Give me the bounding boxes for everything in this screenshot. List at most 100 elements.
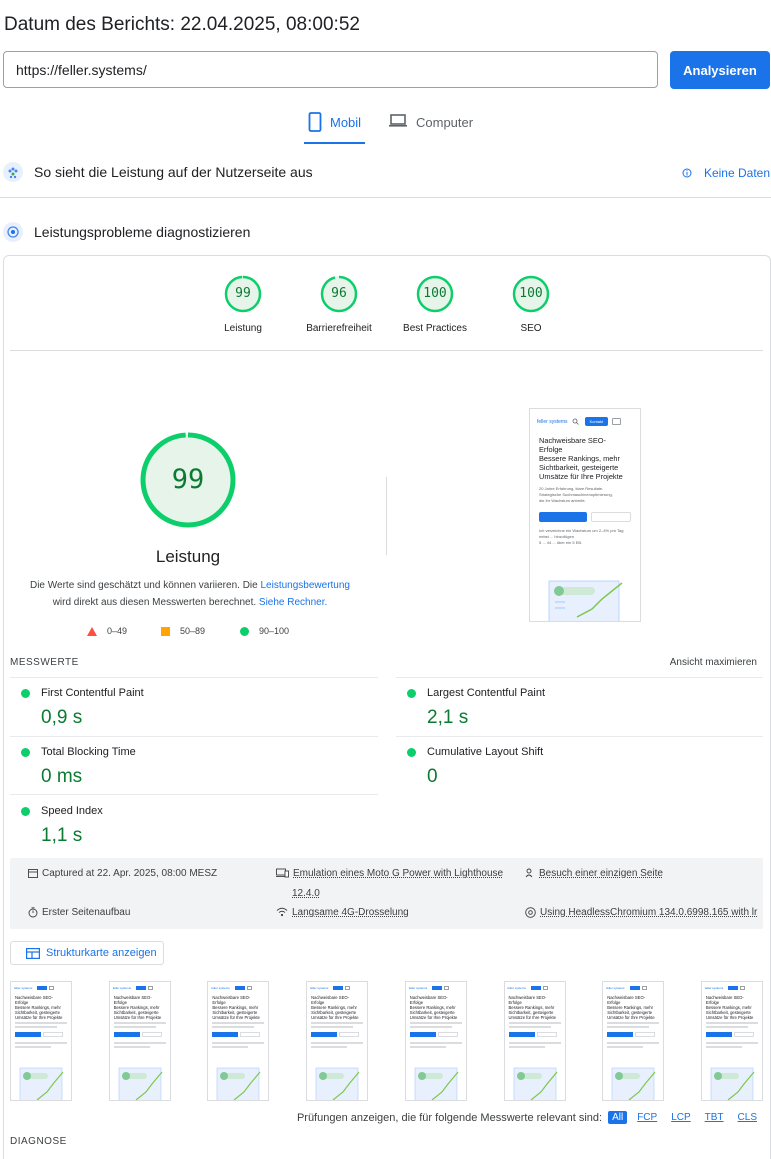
browser-text[interactable]: Using HeadlessChromium 134.0.6998.165 wi… [540, 907, 757, 918]
emulation-version[interactable]: 12.4.0 [292, 888, 320, 899]
frame-cta-secondary [437, 1032, 458, 1037]
screenshot-cta-primary [539, 512, 587, 522]
filmstrip-frame: feller systems Nachweisbare SEO- Erfolge Be… [700, 981, 763, 1101]
frame-illustration [217, 1067, 261, 1100]
session-info: Besuch einer einzigen Seite [525, 868, 663, 879]
legend-average: 50–89 [161, 626, 205, 636]
frame-cta-secondary [635, 1032, 656, 1037]
frame-line [113, 1046, 150, 1048]
calendar-icon [28, 869, 38, 878]
frame-button [530, 986, 541, 990]
frame-cta-primary [508, 1032, 535, 1037]
metric-value: 1,1 s [41, 825, 83, 846]
frame-logo: feller systems [112, 986, 132, 990]
frame-cta-primary [705, 1032, 732, 1037]
analyze-button[interactable]: Analysieren [670, 51, 770, 89]
category-score: 96 [331, 286, 347, 301]
frame-cta-primary [311, 1032, 338, 1037]
audit-filter: Prüfungen anzeigen, die für folgende Mes… [297, 1111, 761, 1124]
filter-chip-lcp[interactable]: LCP [667, 1111, 694, 1124]
filter-prompt: Prüfungen anzeigen, die für folgende Mes… [296, 1111, 603, 1124]
diagnose-icon [3, 222, 23, 242]
divider [10, 350, 763, 351]
calculator-link[interactable]: Siehe Rechner. [259, 597, 327, 608]
pass-circle-icon [407, 748, 416, 757]
frame-headline: Nachweisbare SEO- Erfolge Bessere Rankings… [409, 995, 458, 1020]
frame-line [409, 1046, 446, 1048]
frame-illustration [513, 1067, 557, 1100]
filter-chip-cls[interactable]: CLS [734, 1111, 761, 1124]
no-data-link[interactable]: Keine Daten [682, 166, 770, 180]
legend-range: 0–49 [107, 626, 128, 636]
metric-name: Largest Contentful Paint [427, 687, 546, 699]
tab-mobile[interactable]: Mobil [304, 112, 366, 144]
person-pin-icon [525, 868, 533, 878]
menu-icon [49, 986, 55, 990]
pass-circle-icon [21, 807, 30, 816]
filter-chip-fcp[interactable]: FCP [633, 1111, 661, 1124]
treemap-icon [26, 947, 40, 959]
frame-cta-primary [212, 1032, 239, 1037]
diagnose-heading: DIAGNOSE [10, 1136, 67, 1147]
frame-cta-primary [113, 1032, 140, 1037]
tab-mobile-label: Mobil [330, 115, 362, 130]
session-text[interactable]: Besuch einer einzigen Seite [539, 868, 663, 879]
square-icon [161, 626, 170, 636]
devices-icon [276, 868, 289, 878]
view-treemap-button[interactable]: Strukturkarte anzeigen [10, 941, 164, 965]
frame-logo: feller systems [14, 986, 33, 990]
screenshot-smalltext: Ich verzeichne ein Wachstum um 2–4% pro … [539, 528, 624, 545]
frame-illustration [19, 1067, 64, 1100]
frame-line [311, 1042, 364, 1044]
metrics-heading: MESSWERTE [10, 657, 79, 668]
performance-title: Leistung [155, 547, 221, 566]
menu-icon [740, 986, 746, 990]
menu-icon [345, 986, 351, 990]
frame-line [508, 1046, 545, 1048]
category-gauge-best-practices[interactable]: 100 Best Practices [390, 274, 480, 334]
frame-cta-primary [409, 1032, 436, 1037]
frame-line [607, 1022, 660, 1024]
smartphone-icon [308, 112, 322, 132]
category-label: Best Practices [403, 323, 467, 334]
frame-line [409, 1022, 462, 1024]
screenshot-logo: feller systems [537, 418, 568, 425]
frame-button [629, 986, 640, 990]
url-input[interactable] [3, 51, 658, 88]
emulation-info: Emulation eines Moto G Power with Lighth… [276, 868, 503, 899]
laptop-icon [389, 114, 407, 127]
frame-illustration [414, 1067, 459, 1100]
metric-value: 2,1 s [427, 707, 469, 728]
screenshot-button: Kontakt [584, 417, 609, 426]
metric-name: Cumulative Layout Shift [427, 746, 544, 758]
divider [0, 197, 771, 198]
category-gauge-performance[interactable]: 99 Leistung [198, 274, 288, 334]
menu-icon [246, 986, 252, 990]
frame-button [234, 986, 245, 990]
frame-button [728, 986, 739, 990]
frame-cta-secondary [536, 1032, 557, 1037]
category-gauge-seo[interactable]: 100 SEO [486, 274, 576, 334]
scoring-link[interactable]: Leistungsbewertung [260, 580, 350, 591]
category-gauge-accessibility[interactable]: 96 Barrierefreiheit [294, 274, 384, 334]
filter-chip-all[interactable]: All [608, 1111, 628, 1124]
frame-illustration [710, 1067, 755, 1100]
filmstrip-frame: feller systems Nachweisbare SEO- Erfolge Be… [108, 981, 171, 1101]
search-icon [572, 418, 579, 425]
menu-icon [612, 418, 622, 425]
filter-chip-tbt[interactable]: TBT [701, 1111, 728, 1124]
expand-view-toggle[interactable]: Ansicht maximieren [670, 657, 757, 668]
lab-data-header: Leistungsprobleme diagnostizieren [0, 222, 771, 242]
legend-pass: 90–100 [240, 626, 289, 636]
frame-button [432, 986, 443, 990]
frame-logo: feller systems [310, 986, 329, 990]
emulation-text[interactable]: Emulation eines Moto G Power with Lighth… [293, 868, 503, 879]
frame-cta-secondary [733, 1032, 754, 1037]
load-info: Erster Seitenaufbau [28, 907, 130, 918]
frame-line [508, 1022, 561, 1024]
tab-desktop[interactable]: Computer [384, 112, 477, 144]
timer-icon [28, 907, 38, 918]
throttling-text[interactable]: Langsame 4G-Drosselung [292, 907, 409, 918]
final-screenshot[interactable]: feller systems Kontakt Nachweisbare SEO-… [529, 408, 641, 622]
frame-headline: Nachweisbare SEO- Erfolge Bessere Rankings… [113, 995, 162, 1020]
